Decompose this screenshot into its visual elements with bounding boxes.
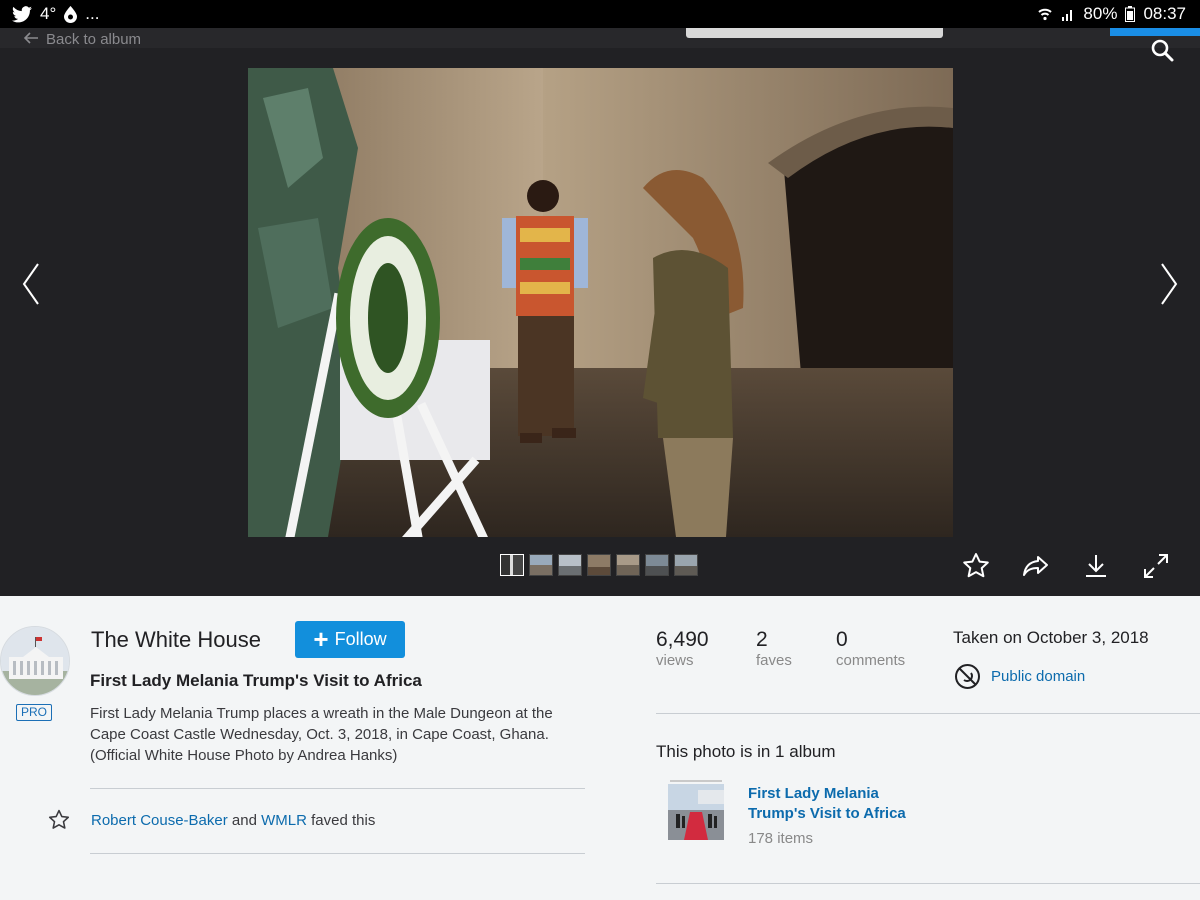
photo-description: First Lady Melania Trump places a wreath… xyxy=(90,705,553,764)
views-count: 6,490 xyxy=(656,628,709,651)
comments-label: comments xyxy=(836,652,906,669)
views-label: views xyxy=(656,652,694,669)
twitter-icon xyxy=(12,5,32,23)
plus-icon: + xyxy=(313,623,329,654)
albums-heading: This photo is in 1 album xyxy=(656,742,836,761)
next-photo-button[interactable] xyxy=(1158,262,1180,311)
more-notifications: ... xyxy=(85,4,100,23)
chevron-right-icon xyxy=(1158,263,1180,310)
faved-user-link[interactable]: Robert Couse-Baker xyxy=(91,812,228,829)
share-icon[interactable] xyxy=(1020,550,1052,582)
faved-by-line: Robert Couse-Baker and WMLR faved this xyxy=(91,812,375,829)
thumbnail[interactable] xyxy=(674,554,698,576)
faved-conjunction: and xyxy=(231,812,257,829)
divider xyxy=(90,788,585,789)
avatar[interactable] xyxy=(0,626,70,696)
back-to-album-label: Back to album xyxy=(46,31,142,48)
chevron-left-icon xyxy=(20,263,42,310)
album-link[interactable]: First Lady Melania Trump's Visit to Afri… xyxy=(748,784,928,824)
divider xyxy=(656,713,1200,714)
comments-count: 0 xyxy=(836,628,848,651)
follow-label: Follow xyxy=(334,629,387,649)
search-icon[interactable] xyxy=(1150,38,1176,69)
owner-name[interactable]: The White House xyxy=(91,627,261,653)
battery-percent: 80% xyxy=(1083,4,1118,23)
thumbnail[interactable] xyxy=(529,554,553,576)
back-to-album-link[interactable]: Back to album xyxy=(23,31,142,48)
faves-count: 2 xyxy=(756,628,768,651)
star-outline-icon xyxy=(48,809,70,836)
search-field[interactable] xyxy=(686,28,943,38)
battery-icon xyxy=(1125,6,1136,22)
viewer-top-nav: Back to album xyxy=(0,28,1200,48)
follow-button[interactable]: + Follow xyxy=(295,621,405,658)
divider xyxy=(90,853,585,854)
arrow-left-icon xyxy=(23,31,38,48)
thumbnail[interactable] xyxy=(645,554,669,576)
fave-star-icon[interactable] xyxy=(960,550,992,582)
previous-photo-button[interactable] xyxy=(20,262,42,311)
pro-badge: PRO xyxy=(16,704,53,721)
album-item-count: 178 items xyxy=(748,830,814,847)
faved-suffix: faved this xyxy=(311,812,376,829)
license-link[interactable]: Public domain xyxy=(991,668,1085,685)
photo-viewer: Back to album xyxy=(0,28,1200,596)
views-stat: 6,490 views xyxy=(656,628,709,669)
thumbnail[interactable] xyxy=(500,554,524,576)
temperature: 4° xyxy=(40,4,57,23)
upload-button[interactable] xyxy=(1110,28,1200,36)
signal-icon xyxy=(1061,7,1075,21)
divider xyxy=(656,883,1200,884)
android-status-bar: 4° ... 80% 08:37 xyxy=(0,0,1200,28)
album-thumbnail[interactable] xyxy=(668,780,724,840)
photo-details: PRO The White House + Follow First Lady … xyxy=(0,596,1200,900)
comments-stat: 0 comments xyxy=(836,628,905,669)
download-icon[interactable] xyxy=(1080,550,1112,582)
photo-title: First Lady Melania Trump's Visit to Afri… xyxy=(90,671,422,690)
thumbnail[interactable] xyxy=(558,554,582,576)
taken-date: Taken on October 3, 2018 xyxy=(953,628,1149,647)
thumbnail[interactable] xyxy=(616,554,640,576)
thumbnail-strip xyxy=(500,554,698,576)
water-drop-icon xyxy=(64,5,78,23)
faves-stat: 2 faves xyxy=(756,628,792,669)
photo-actions xyxy=(960,550,1172,582)
main-photo xyxy=(248,68,953,537)
fullscreen-icon[interactable] xyxy=(1140,550,1172,582)
faves-label: faves xyxy=(756,652,792,669)
clock: 08:37 xyxy=(1143,4,1186,23)
wifi-icon xyxy=(1037,6,1053,22)
public-domain-icon xyxy=(954,663,981,695)
thumbnail[interactable] xyxy=(587,554,611,576)
faved-user-link[interactable]: WMLR xyxy=(261,812,307,829)
